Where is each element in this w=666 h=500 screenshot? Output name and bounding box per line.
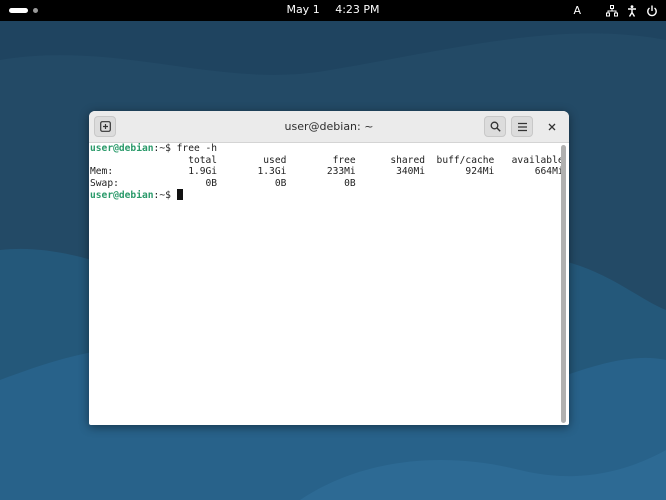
date-label: May 1 (286, 3, 320, 16)
clock[interactable]: May 1 4:23 PM (0, 3, 666, 16)
prompt-user-host: user@debian (90, 143, 154, 154)
power-icon[interactable] (646, 5, 658, 17)
accessibility-icon[interactable] (627, 4, 637, 17)
prompt-user-host: user@debian (90, 190, 154, 202)
search-button[interactable] (484, 116, 506, 137)
system-tray[interactable]: A (573, 3, 658, 18)
scrollbar[interactable] (561, 145, 566, 423)
top-bar: May 1 4:23 PM A (0, 0, 666, 21)
command-text: free -h (176, 143, 218, 154)
close-icon (548, 123, 556, 130)
search-icon (490, 121, 501, 132)
input-method-indicator[interactable]: A (573, 4, 581, 17)
terminal-output[interactable]: user@debian:~$ free -h total used free s… (89, 143, 564, 425)
active-prompt-line: user@debian:~$ (90, 189, 559, 201)
menu-button[interactable] (511, 116, 533, 137)
output-header-row: total used free shared buff/cache availa… (90, 154, 564, 166)
output-swap-row: Swap: 0B 0B 0B (90, 177, 356, 189)
text-cursor (176, 189, 183, 201)
output-mem-row: Mem: 1.9Gi 1.3Gi 233Mi 340Mi 924Mi 664Mi (90, 166, 564, 178)
time-label: 4:23 PM (335, 3, 380, 16)
prompt-suffix: :~$ (153, 143, 177, 154)
command-line: user@debian:~$ free -h (90, 143, 559, 155)
close-button[interactable] (541, 116, 563, 137)
title-bar[interactable]: user@debian: ~ (89, 111, 569, 143)
hamburger-menu-icon (517, 122, 527, 131)
terminal-window[interactable]: user@debian: ~ user@debian:~$ free -h to… (89, 111, 569, 425)
network-icon[interactable] (606, 4, 618, 17)
prompt-suffix: :~$ (153, 190, 177, 202)
